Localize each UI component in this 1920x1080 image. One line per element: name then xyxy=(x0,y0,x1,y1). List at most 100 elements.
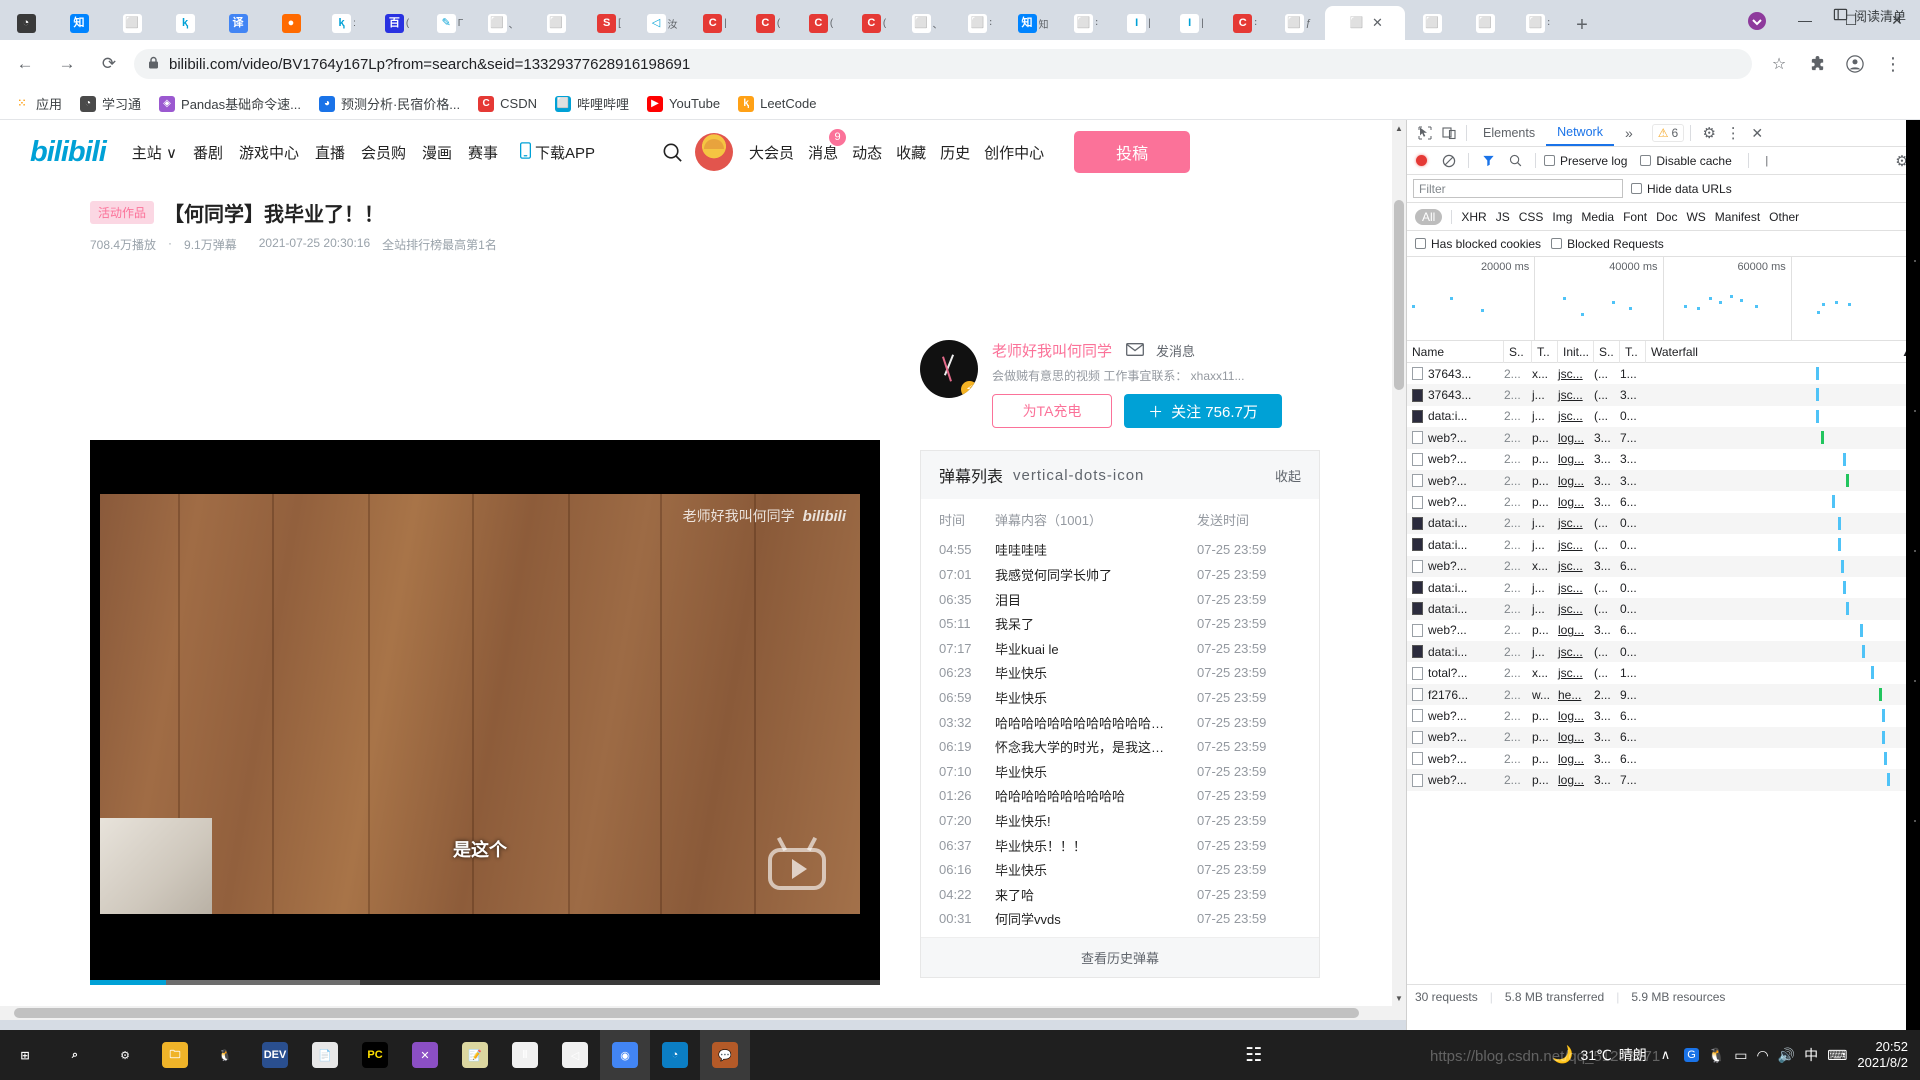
blocked-requests-checkbox[interactable]: Blocked Requests xyxy=(1551,237,1664,251)
user-nav-创作中心[interactable]: 创作中心 xyxy=(984,142,1044,163)
nav-link-番剧[interactable]: 番剧 xyxy=(193,142,223,163)
network-request-row[interactable]: web?... 2... p... log... 3... 6... xyxy=(1407,620,1920,641)
request-initiator[interactable]: jsc... xyxy=(1558,388,1594,402)
nav-link-会员购[interactable]: 会员购 xyxy=(361,142,406,163)
danmaku-row[interactable]: 06:37 毕业快乐！！！ 07-25 23:59 xyxy=(921,833,1319,858)
record-button[interactable] xyxy=(1416,155,1427,166)
column-header-init[interactable]: Init... xyxy=(1558,340,1594,363)
network-request-row[interactable]: web?... 2... p... log... 3... 3... xyxy=(1407,469,1920,492)
view-history-danmaku-link[interactable]: 查看历史弹幕 xyxy=(921,937,1319,978)
danmaku-row[interactable]: 01:26 哈哈哈哈哈哈哈哈哈哈 07-25 23:59 xyxy=(921,784,1319,809)
scroll-down-arrow[interactable]: ▼ xyxy=(1392,990,1406,1006)
network-search-icon[interactable] xyxy=(1503,150,1527,172)
danmaku-row[interactable]: 06:19 怀念我大学的时光，是我这… 07-25 23:59 xyxy=(921,734,1319,759)
taskbar-visual-studio-app[interactable]: ✕ xyxy=(400,1030,450,1080)
network-request-row[interactable]: data:i... 2... j... jsc... (... 0... xyxy=(1407,406,1920,427)
browser-tab[interactable]: 百( xyxy=(371,6,423,40)
chrome-menu-button[interactable]: ⋮ xyxy=(1876,47,1910,81)
disable-cache-checkbox[interactable]: Disable cache xyxy=(1640,154,1732,168)
warning-badge[interactable]: ⚠ 6 xyxy=(1651,124,1685,142)
network-request-row[interactable]: data:i... 2... j... jsc... (... 0... xyxy=(1407,577,1920,598)
bilibili-logo[interactable]: bilibili xyxy=(30,136,107,169)
danmaku-row[interactable]: 06:59 毕业快乐 07-25 23:59 xyxy=(921,685,1319,710)
browser-tab[interactable]: ⬜ xyxy=(1406,6,1458,40)
network-request-row[interactable]: web?... 2... p... log...3... 7... xyxy=(1407,427,1920,449)
danmaku-row[interactable]: 04:55 哇哇哇哇 07-25 23:59 xyxy=(921,538,1319,563)
hscroll-thumb[interactable] xyxy=(14,1008,1359,1018)
bookmark-star-icon[interactable]: ☆ xyxy=(1762,47,1796,81)
qq-tray-icon[interactable]: 🐧 xyxy=(1708,1047,1725,1064)
send-message-link[interactable]: 发消息 xyxy=(1156,341,1195,360)
request-initiator[interactable]: he... xyxy=(1558,688,1594,702)
forward-button[interactable]: → xyxy=(50,47,84,81)
network-request-row[interactable]: web?... 2... p... log... 3... 6... xyxy=(1407,491,1920,512)
network-request-row[interactable]: data:i... 2... j... jsc... (... 0... xyxy=(1407,512,1920,535)
browser-tab[interactable]: ⬜ ∶ xyxy=(954,6,1006,40)
user-nav-消息[interactable]: 消息 9 xyxy=(808,128,847,163)
request-initiator[interactable]: jsc... xyxy=(1558,516,1594,530)
taskbar-unity-app[interactable]: ◁ xyxy=(550,1030,600,1080)
network-request-row[interactable]: 37643... 2... x... jsc... (... 1... xyxy=(1407,363,1920,384)
browser-tab[interactable]: ⬜ xyxy=(1459,6,1511,40)
request-initiator[interactable]: log... xyxy=(1558,431,1594,445)
taskbar-python-app[interactable]: 📄 xyxy=(300,1030,350,1080)
wifi-icon[interactable]: ◠ xyxy=(1757,1047,1769,1064)
type-filter-manifest[interactable]: Manifest xyxy=(1715,210,1760,224)
nav-link-赛事[interactable]: 赛事 xyxy=(468,142,498,163)
throttling-icon[interactable]: | xyxy=(1755,150,1779,172)
danmaku-row[interactable]: 07:01 我感觉何同学长帅了 07-25 23:59 xyxy=(921,562,1319,587)
hide-data-urls-checkbox[interactable]: Hide data URLs xyxy=(1631,182,1732,196)
devtools-kebab-icon[interactable]: ⋮ xyxy=(1721,122,1745,144)
browser-tab[interactable]: ◁ 汝 xyxy=(636,6,688,40)
browser-tab[interactable]: ⱪ xyxy=(159,6,211,40)
browser-tab[interactable]: ● xyxy=(265,6,317,40)
download-app-link[interactable]: 下载APP xyxy=(520,142,595,163)
browser-tab[interactable]: ⬜、 xyxy=(477,6,529,40)
browser-tab[interactable]: ⬜、 xyxy=(901,6,953,40)
guard-icon[interactable]: G xyxy=(1684,1048,1699,1062)
taskbar-start-button[interactable]: ⊞ xyxy=(0,1030,50,1080)
network-request-row[interactable]: web?... 2... x... jsc... 3... 6... xyxy=(1407,555,1920,577)
user-nav-大会员[interactable]: 大会员 xyxy=(749,142,794,163)
browser-tab[interactable]: ⬜ ∶ xyxy=(1060,6,1112,40)
scroll-up-arrow[interactable]: ▲ xyxy=(1392,120,1406,136)
browser-tab[interactable]: S[ xyxy=(583,6,635,40)
new-tab-button[interactable]: + xyxy=(1565,10,1599,40)
column-header-t[interactable]: T.. xyxy=(1532,340,1558,363)
browser-tab[interactable]: ⬜ ∶ xyxy=(1512,6,1564,40)
browser-tab[interactable]: ⬜ xyxy=(530,6,582,40)
browser-tab[interactable]: I | xyxy=(1113,6,1165,40)
request-initiator[interactable]: log... xyxy=(1558,495,1594,509)
taskbar-ppt-app[interactable]: ‖ xyxy=(500,1030,550,1080)
type-filter-xhr[interactable]: XHR xyxy=(1461,210,1486,224)
column-header-s[interactable]: S.. xyxy=(1594,340,1620,363)
type-filter-other[interactable]: Other xyxy=(1769,210,1799,224)
network-request-row[interactable]: web?... 2... p... log... 3... 6... xyxy=(1407,726,1920,749)
danmaku-row[interactable]: 07:17 毕业kuai le 07-25 23:59 xyxy=(921,636,1319,661)
request-initiator[interactable]: log... xyxy=(1558,452,1594,466)
nav-link-主站[interactable]: 主站 ∨ xyxy=(132,142,177,163)
minimize-button[interactable]: — xyxy=(1782,0,1828,40)
type-filter-doc[interactable]: Doc xyxy=(1656,210,1677,224)
user-nav-动态[interactable]: 动态 xyxy=(852,142,882,163)
danmaku-row[interactable]: 07:10 毕业快乐 07-25 23:59 xyxy=(921,759,1319,784)
request-initiator[interactable]: log... xyxy=(1558,752,1594,766)
danmaku-row[interactable]: 06:23 毕业快乐 07-25 23:59 xyxy=(921,661,1319,686)
ime-icon[interactable]: 中 xyxy=(1804,1045,1818,1065)
volume-icon[interactable]: 🔊 xyxy=(1778,1047,1795,1064)
network-request-row[interactable]: data:i... 2... j... jsc... (... 0... xyxy=(1407,641,1920,663)
browser-tab[interactable]: C( xyxy=(795,6,847,40)
page-vertical-scrollbar[interactable]: ▲ ▼ xyxy=(1392,120,1406,1020)
profile-chip-icon[interactable] xyxy=(1744,8,1770,34)
request-initiator[interactable]: log... xyxy=(1558,709,1594,723)
browser-tab[interactable]: ⬜ ƒ xyxy=(1272,6,1324,40)
profile-avatar-icon[interactable] xyxy=(1838,47,1872,81)
browser-tab[interactable]: 知知 xyxy=(1007,6,1059,40)
request-initiator[interactable]: jsc... xyxy=(1558,666,1594,680)
column-header-waterfall[interactable]: Waterfall▲ xyxy=(1646,340,1920,363)
request-initiator[interactable]: jsc... xyxy=(1558,409,1594,423)
request-initiator[interactable]: jsc... xyxy=(1558,538,1594,552)
video-frame[interactable]: 老师好我叫何同学 bilibili 是这个 xyxy=(100,494,860,914)
more-tabs-button[interactable]: » xyxy=(1614,120,1644,146)
danmaku-row[interactable]: 03:32 哈哈哈哈哈哈哈哈哈哈哈哈… 07-25 23:59 xyxy=(921,710,1319,735)
